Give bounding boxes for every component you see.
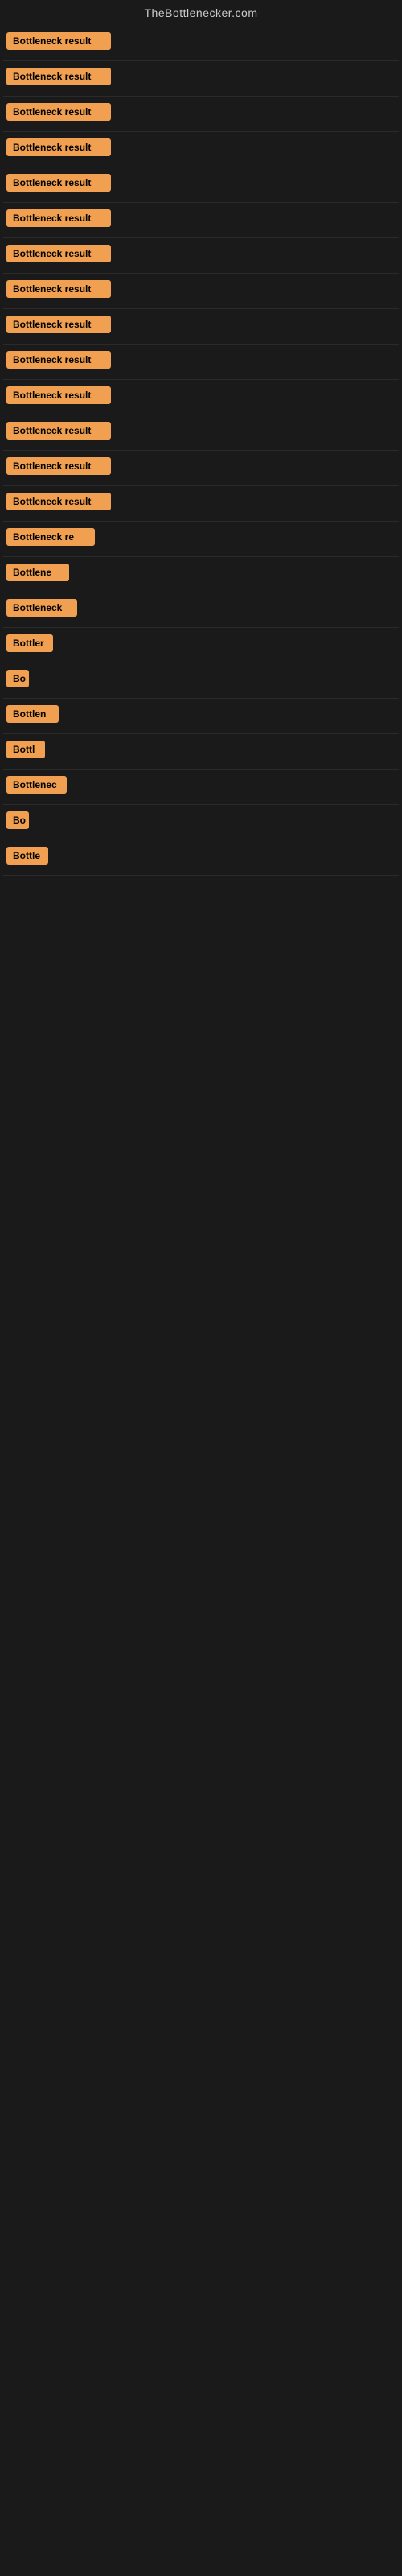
result-row-14: Bottleneck result (3, 486, 399, 522)
bottleneck-badge-2[interactable]: Bottleneck result (6, 68, 111, 85)
bottleneck-badge-9[interactable]: Bottleneck result (6, 316, 111, 333)
page-container: TheBottlenecker.com Bottleneck result Bo… (0, 0, 402, 2325)
result-row-12: Bottleneck result (3, 415, 399, 451)
bottleneck-badge-17[interactable]: Bottleneck (6, 599, 77, 617)
result-row-20: Bottlen (3, 699, 399, 734)
bottleneck-badge-22[interactable]: Bottlenec (6, 776, 67, 794)
result-row-22: Bottlenec (3, 770, 399, 805)
bottleneck-badge-6[interactable]: Bottleneck result (6, 209, 111, 227)
bottleneck-badge-10[interactable]: Bottleneck result (6, 351, 111, 369)
result-row-6: Bottleneck result (3, 203, 399, 238)
bottleneck-badge-5[interactable]: Bottleneck result (6, 174, 111, 192)
result-row-3: Bottleneck result (3, 97, 399, 132)
results-list: Bottleneck result Bottleneck result Bott… (0, 26, 402, 2325)
result-row-2: Bottleneck result (3, 61, 399, 97)
site-title: TheBottlenecker.com (0, 0, 402, 26)
result-row-18: Bottler (3, 628, 399, 663)
result-row-4: Bottleneck result (3, 132, 399, 167)
result-row-24: Bottle (3, 840, 399, 876)
bottleneck-badge-21[interactable]: Bottl (6, 741, 45, 758)
result-row-17: Bottleneck (3, 592, 399, 628)
bottleneck-badge-7[interactable]: Bottleneck result (6, 245, 111, 262)
result-row-7: Bottleneck result (3, 238, 399, 274)
result-row-16: Bottlene (3, 557, 399, 592)
result-row-9: Bottleneck result (3, 309, 399, 345)
bottleneck-badge-24[interactable]: Bottle (6, 847, 48, 865)
bottleneck-badge-8[interactable]: Bottleneck result (6, 280, 111, 298)
result-row-15: Bottleneck re (3, 522, 399, 557)
result-row-10: Bottleneck result (3, 345, 399, 380)
result-row-8: Bottleneck result (3, 274, 399, 309)
bottleneck-badge-23[interactable]: Bo (6, 811, 29, 829)
bottleneck-badge-3[interactable]: Bottleneck result (6, 103, 111, 121)
bottleneck-badge-1[interactable]: Bottleneck result (6, 32, 111, 50)
result-row-21: Bottl (3, 734, 399, 770)
result-row-11: Bottleneck result (3, 380, 399, 415)
bottleneck-badge-11[interactable]: Bottleneck result (6, 386, 111, 404)
result-row-1: Bottleneck result (3, 26, 399, 61)
bottleneck-badge-16[interactable]: Bottlene (6, 564, 69, 581)
result-row-23: Bo (3, 805, 399, 840)
result-row-13: Bottleneck result (3, 451, 399, 486)
bottleneck-badge-19[interactable]: Bo (6, 670, 29, 687)
result-row-19: Bo (3, 663, 399, 699)
bottleneck-badge-14[interactable]: Bottleneck result (6, 493, 111, 510)
bottleneck-badge-12[interactable]: Bottleneck result (6, 422, 111, 440)
result-row-5: Bottleneck result (3, 167, 399, 203)
bottleneck-badge-4[interactable]: Bottleneck result (6, 138, 111, 156)
bottleneck-badge-15[interactable]: Bottleneck re (6, 528, 95, 546)
empty-space (3, 876, 399, 2325)
bottleneck-badge-13[interactable]: Bottleneck result (6, 457, 111, 475)
bottleneck-badge-18[interactable]: Bottler (6, 634, 53, 652)
bottleneck-badge-20[interactable]: Bottlen (6, 705, 59, 723)
